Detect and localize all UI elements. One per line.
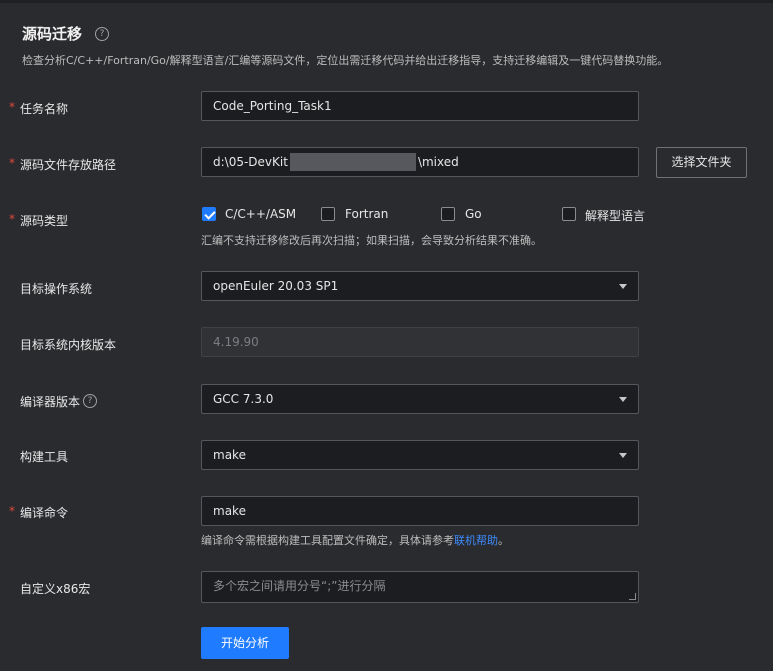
checkbox-go[interactable]: [441, 207, 455, 221]
build-tool-select[interactable]: make: [201, 440, 639, 470]
checkbox-fortran[interactable]: [321, 207, 335, 221]
task-name-label: 任务名称: [20, 102, 69, 116]
target-os-label: 目标操作系统: [20, 282, 93, 296]
compiler-version-select[interactable]: GCC 7.3.0: [201, 384, 639, 414]
task-name-value: Code_Porting_Task1: [213, 99, 332, 113]
target-os-value: openEuler 20.03 SP1: [213, 279, 339, 293]
resize-handle-icon[interactable]: [629, 593, 636, 600]
target-os-select[interactable]: openEuler 20.03 SP1: [201, 271, 639, 301]
top-border: [0, 0, 773, 3]
browse-folder-button[interactable]: 选择文件夹: [656, 147, 747, 178]
required-mark: *: [9, 504, 15, 518]
required-mark: *: [9, 156, 15, 170]
caret-down-icon: [619, 397, 627, 402]
page-description: 检查分析C/C++/Fortran/Go/解释型语言/汇编等源码文件，定位出需迁…: [22, 54, 669, 67]
start-analysis-button[interactable]: 开始分析: [201, 627, 289, 659]
checkbox-interpreted-label[interactable]: 解释型语言: [585, 207, 645, 224]
compile-command-hint-text: 编译命令需根据构建工具配置文件确定，具体请参考: [201, 534, 454, 547]
checkbox-go-label[interactable]: Go: [465, 207, 482, 221]
source-path-suffix: \mixed: [417, 155, 459, 169]
source-path-prefix: d:\05-DevKit: [213, 155, 288, 169]
caret-down-icon: [619, 284, 627, 289]
checkbox-fortran-label[interactable]: Fortran: [345, 207, 388, 221]
checkbox-cpp-asm[interactable]: [202, 207, 216, 221]
source-type-label: 源码类型: [20, 214, 69, 228]
compile-command-hint-end: 。: [498, 534, 509, 547]
online-help-link[interactable]: 联机帮助: [454, 534, 498, 547]
source-path-label: 源码文件存放路径: [20, 158, 117, 172]
compiler-version-value: GCC 7.3.0: [213, 392, 274, 406]
compile-command-label: 编译命令: [20, 506, 69, 520]
source-path-input[interactable]: d:\05-DevKit \mixed: [201, 147, 639, 177]
custom-macro-label: 自定义x86宏: [20, 582, 91, 596]
kernel-version-input: 4.19.90: [201, 327, 639, 357]
compile-command-value: make: [213, 504, 246, 518]
compiler-version-label: 编译器版本: [20, 395, 81, 409]
kernel-version-value: 4.19.90: [213, 335, 259, 349]
checkbox-interpreted[interactable]: [562, 207, 576, 221]
build-tool-value: make: [213, 448, 246, 462]
custom-macro-placeholder: 多个宏之间请用分号“;”进行分隔: [213, 579, 386, 593]
compile-command-input[interactable]: make: [201, 496, 639, 526]
required-mark: *: [9, 212, 15, 226]
caret-down-icon: [619, 453, 627, 458]
page-title: 源码迁移: [22, 25, 83, 43]
source-type-hint: 汇编不支持迁移修改后再次扫描；如果扫描，会导致分析结果不准确。: [201, 234, 542, 247]
build-tool-label: 构建工具: [20, 450, 69, 464]
task-name-input[interactable]: Code_Porting_Task1: [201, 91, 639, 121]
redacted-path-segment: [289, 152, 416, 171]
kernel-version-label: 目标系统内核版本: [20, 338, 117, 352]
compile-command-hint: 编译命令需根据构建工具配置文件确定，具体请参考联机帮助。: [201, 532, 509, 548]
question-circle-icon[interactable]: ?: [83, 394, 97, 408]
required-mark: *: [9, 100, 15, 114]
checkbox-cpp-asm-label[interactable]: C/C++/ASM: [225, 207, 296, 221]
custom-macro-textarea[interactable]: 多个宏之间请用分号“;”进行分隔: [201, 571, 639, 603]
question-circle-icon[interactable]: ?: [95, 27, 109, 41]
